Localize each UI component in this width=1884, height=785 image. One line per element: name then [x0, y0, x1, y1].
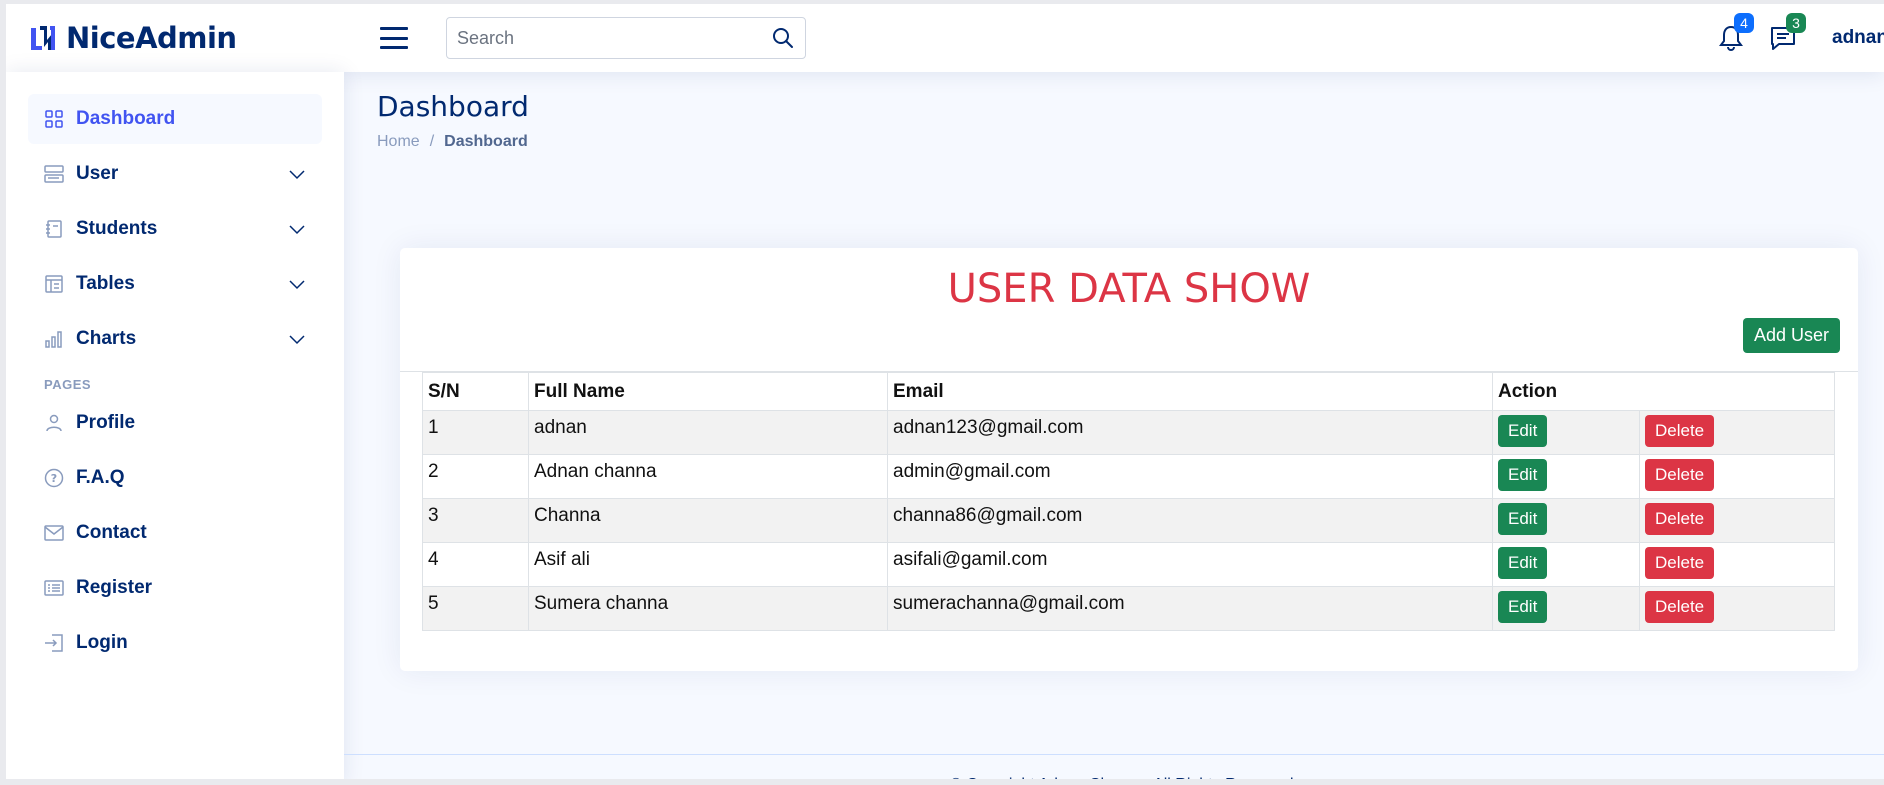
grid-icon — [44, 109, 64, 129]
logo-icon — [31, 26, 55, 50]
sidebar-item-login[interactable]: Login — [28, 618, 322, 668]
search-input[interactable] — [457, 27, 771, 49]
column-header-email: Email — [887, 372, 1493, 411]
sidebar-item-label: User — [76, 163, 119, 184]
cell-full-name: Channa — [528, 498, 888, 543]
edit-button[interactable]: Edit — [1498, 503, 1548, 535]
cell-sn: 4 — [422, 542, 529, 587]
sidebar-item-label: Tables — [76, 273, 135, 294]
cell-sn: 1 — [422, 410, 529, 455]
table-row: 4 Asif ali asifali@gamil.com Edit Delete — [422, 542, 1835, 587]
card-list-icon — [44, 578, 64, 598]
column-header-sn: S/N — [422, 372, 529, 411]
edit-button[interactable]: Edit — [1498, 591, 1548, 623]
footer-copyright: © Copyright Adnan Channa. All Rights Res… — [950, 776, 1294, 785]
question-circle-icon: ? — [44, 468, 64, 488]
sidebar-item-label: Dashboard — [76, 108, 176, 129]
notifications-badge: 4 — [1734, 13, 1754, 33]
sidebar-toggle-button[interactable] — [380, 27, 408, 49]
chevron-down-icon — [289, 280, 305, 290]
delete-button[interactable]: Delete — [1645, 459, 1715, 491]
sidebar-item-tables[interactable]: Tables — [28, 259, 322, 309]
cell-sn: 3 — [422, 498, 529, 543]
sidebar-item-label: Login — [76, 632, 128, 653]
header-nav: 4 3 adnan — [1714, 4, 1884, 72]
table-header-row: S/N Full Name Email Action — [422, 372, 1835, 411]
footer-divider — [344, 754, 1884, 755]
sidebar-item-label: Profile — [76, 412, 136, 433]
brand-name: NiceAdmin — [66, 21, 237, 55]
svg-text:?: ? — [51, 472, 57, 485]
sidebar-item-dashboard[interactable]: Dashboard — [28, 94, 322, 144]
top-header: NiceAdmin 4 3 adnan — [6, 4, 1884, 72]
messages-badge: 3 — [1786, 13, 1806, 33]
users-table: S/N Full Name Email Action 1 adnan adnan… — [422, 372, 1835, 631]
cell-full-name: adnan — [528, 410, 888, 455]
cell-email: adnan123@gmail.com — [887, 410, 1493, 455]
sidebar-item-profile[interactable]: Profile — [28, 398, 322, 448]
table-row: 5 Sumera channa sumerachanna@gmail.com E… — [422, 586, 1835, 631]
breadcrumb-current: Dashboard — [444, 133, 528, 150]
cell-full-name: Adnan channa — [528, 454, 888, 499]
menu-button-icon — [44, 164, 64, 184]
journal-icon — [44, 219, 64, 239]
sidebar-item-charts[interactable]: Charts — [28, 314, 322, 364]
sidebar-item-label: Students — [76, 218, 158, 239]
envelope-icon — [44, 523, 64, 543]
sidebar-item-contact[interactable]: Contact — [28, 508, 322, 558]
profile-name[interactable]: adnan — [1832, 27, 1884, 49]
logo[interactable]: NiceAdmin — [28, 21, 348, 55]
cell-full-name: Sumera channa — [528, 586, 888, 631]
chevron-down-icon — [289, 335, 305, 345]
cell-email: channa86@gmail.com — [887, 498, 1493, 543]
page-title: Dashboard — [377, 90, 529, 123]
delete-button[interactable]: Delete — [1645, 547, 1715, 579]
table-row: 1 adnan adnan123@gmail.com Edit Delete — [422, 410, 1835, 455]
cell-sn: 5 — [422, 586, 529, 631]
sidebar-item-user[interactable]: User — [28, 149, 322, 199]
chevron-down-icon — [289, 170, 305, 180]
edit-button[interactable]: Edit — [1498, 459, 1548, 491]
delete-button[interactable]: Delete — [1645, 503, 1715, 535]
cell-email: admin@gmail.com — [887, 454, 1493, 499]
table-row: 3 Channa channa86@gmail.com Edit Delete — [422, 498, 1835, 543]
search-bar — [446, 17, 806, 59]
notifications-button[interactable]: 4 — [1714, 13, 1754, 55]
breadcrumb-home[interactable]: Home — [377, 133, 420, 151]
user-data-card: USER DATA SHOW Add User S/N Full Name Em… — [400, 248, 1858, 671]
sidebar-item-register[interactable]: Register — [28, 563, 322, 613]
person-icon — [44, 413, 64, 433]
sidebar: Dashboard User Students Tables Charts PA… — [6, 72, 344, 785]
delete-button[interactable]: Delete — [1645, 591, 1715, 623]
breadcrumb-separator: / — [429, 133, 435, 150]
layout-text-icon — [44, 274, 64, 294]
sidebar-item-label: Charts — [76, 328, 137, 349]
bar-chart-icon — [44, 329, 64, 349]
delete-button[interactable]: Delete — [1645, 415, 1715, 447]
cell-sn: 2 — [422, 454, 529, 499]
cell-full-name: Asif ali — [528, 542, 888, 587]
card-title: USER DATA SHOW — [947, 266, 1311, 312]
messages-button[interactable]: 3 — [1766, 13, 1806, 55]
chevron-down-icon — [289, 225, 305, 235]
table-row: 2 Adnan channa admin@gmail.com Edit Dele… — [422, 454, 1835, 499]
add-user-button[interactable]: Add User — [1742, 318, 1840, 353]
search-icon[interactable] — [771, 26, 795, 50]
edit-button[interactable]: Edit — [1498, 415, 1548, 447]
sidebar-item-faq[interactable]: ? F.A.Q — [28, 453, 322, 503]
column-header-action: Action — [1492, 372, 1640, 411]
sidebar-item-label: Register — [76, 577, 153, 598]
sidebar-heading-pages: PAGES — [44, 377, 92, 392]
sidebar-item-students[interactable]: Students — [28, 204, 322, 254]
box-arrow-in-right-icon — [44, 633, 64, 653]
page-title-block: Dashboard Home / Dashboard — [377, 90, 529, 151]
sidebar-item-label: F.A.Q — [76, 467, 125, 488]
edit-button[interactable]: Edit — [1498, 547, 1548, 579]
breadcrumb: Home / Dashboard — [377, 133, 529, 151]
column-header-full-name: Full Name — [528, 372, 888, 411]
sidebar-item-label: Contact — [76, 522, 147, 543]
cell-email: asifali@gamil.com — [887, 542, 1493, 587]
cell-email: sumerachanna@gmail.com — [887, 586, 1493, 631]
